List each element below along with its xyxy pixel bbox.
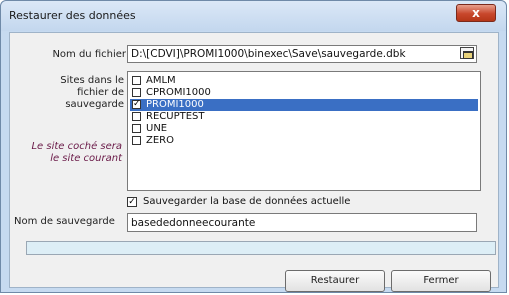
site-checkbox[interactable]	[132, 124, 141, 133]
site-checkbox[interactable]	[132, 76, 141, 85]
save-name-label: Nom de sauvegarde	[14, 216, 115, 227]
sites-label-line: fichier de	[77, 87, 124, 98]
sites-label-line: sauvegarde	[65, 99, 124, 110]
restore-dialog: Restaurer des données x Nom du fichier S…	[0, 0, 507, 293]
save-current-label: Sauvegarder la base de données actuelle	[143, 196, 351, 207]
current-site-note: Le site coché sera le site courant	[18, 141, 122, 165]
note-line: le site courant	[50, 153, 122, 164]
save-name-input[interactable]	[127, 213, 477, 232]
site-label: RECUPTEST	[146, 111, 205, 122]
site-label: PROMI1000	[146, 99, 204, 110]
site-checkbox-checked[interactable]: ✓	[132, 100, 141, 109]
site-item-une[interactable]: UNE	[130, 123, 478, 135]
site-checkbox[interactable]	[132, 136, 141, 145]
browse-folder-icon[interactable]	[460, 47, 474, 59]
site-item-promi1000[interactable]: ✓ PROMI1000	[130, 99, 478, 111]
site-item-zero[interactable]: ZERO	[130, 135, 478, 147]
site-item-cpromi1000[interactable]: CPROMI1000	[130, 87, 478, 99]
save-current-checkbox[interactable]: ✓	[127, 197, 137, 207]
site-checkbox[interactable]	[132, 88, 141, 97]
site-label: UNE	[146, 123, 168, 134]
file-name-input[interactable]	[127, 45, 477, 63]
title-bar[interactable]: Restaurer des données x	[1, 1, 506, 31]
restore-button[interactable]: Restaurer	[285, 270, 385, 292]
site-label: AMLM	[146, 75, 176, 86]
site-label: ZERO	[146, 135, 174, 146]
sites-label: Sites dans le fichier de sauvegarde	[18, 75, 124, 111]
close-window-button[interactable]: x	[456, 4, 496, 22]
site-label: CPROMI1000	[146, 87, 211, 98]
dialog-body: Nom du fichier Sites dans le fichier de …	[9, 32, 499, 292]
close-button[interactable]: Fermer	[391, 270, 491, 292]
site-item-recuptest[interactable]: RECUPTEST	[130, 111, 478, 123]
site-item-amlm[interactable]: AMLM	[130, 75, 478, 87]
sites-label-line: Sites dans le	[60, 75, 124, 86]
file-name-label: Nom du fichier	[52, 49, 126, 60]
site-checkbox[interactable]	[132, 112, 141, 121]
sites-list[interactable]: AMLM CPROMI1000 ✓ PROMI1000 RECUPTEST UN…	[127, 71, 481, 191]
note-line: Le site coché sera	[31, 141, 122, 152]
progress-bar	[26, 241, 496, 255]
window-title: Restaurer des données	[9, 9, 136, 22]
